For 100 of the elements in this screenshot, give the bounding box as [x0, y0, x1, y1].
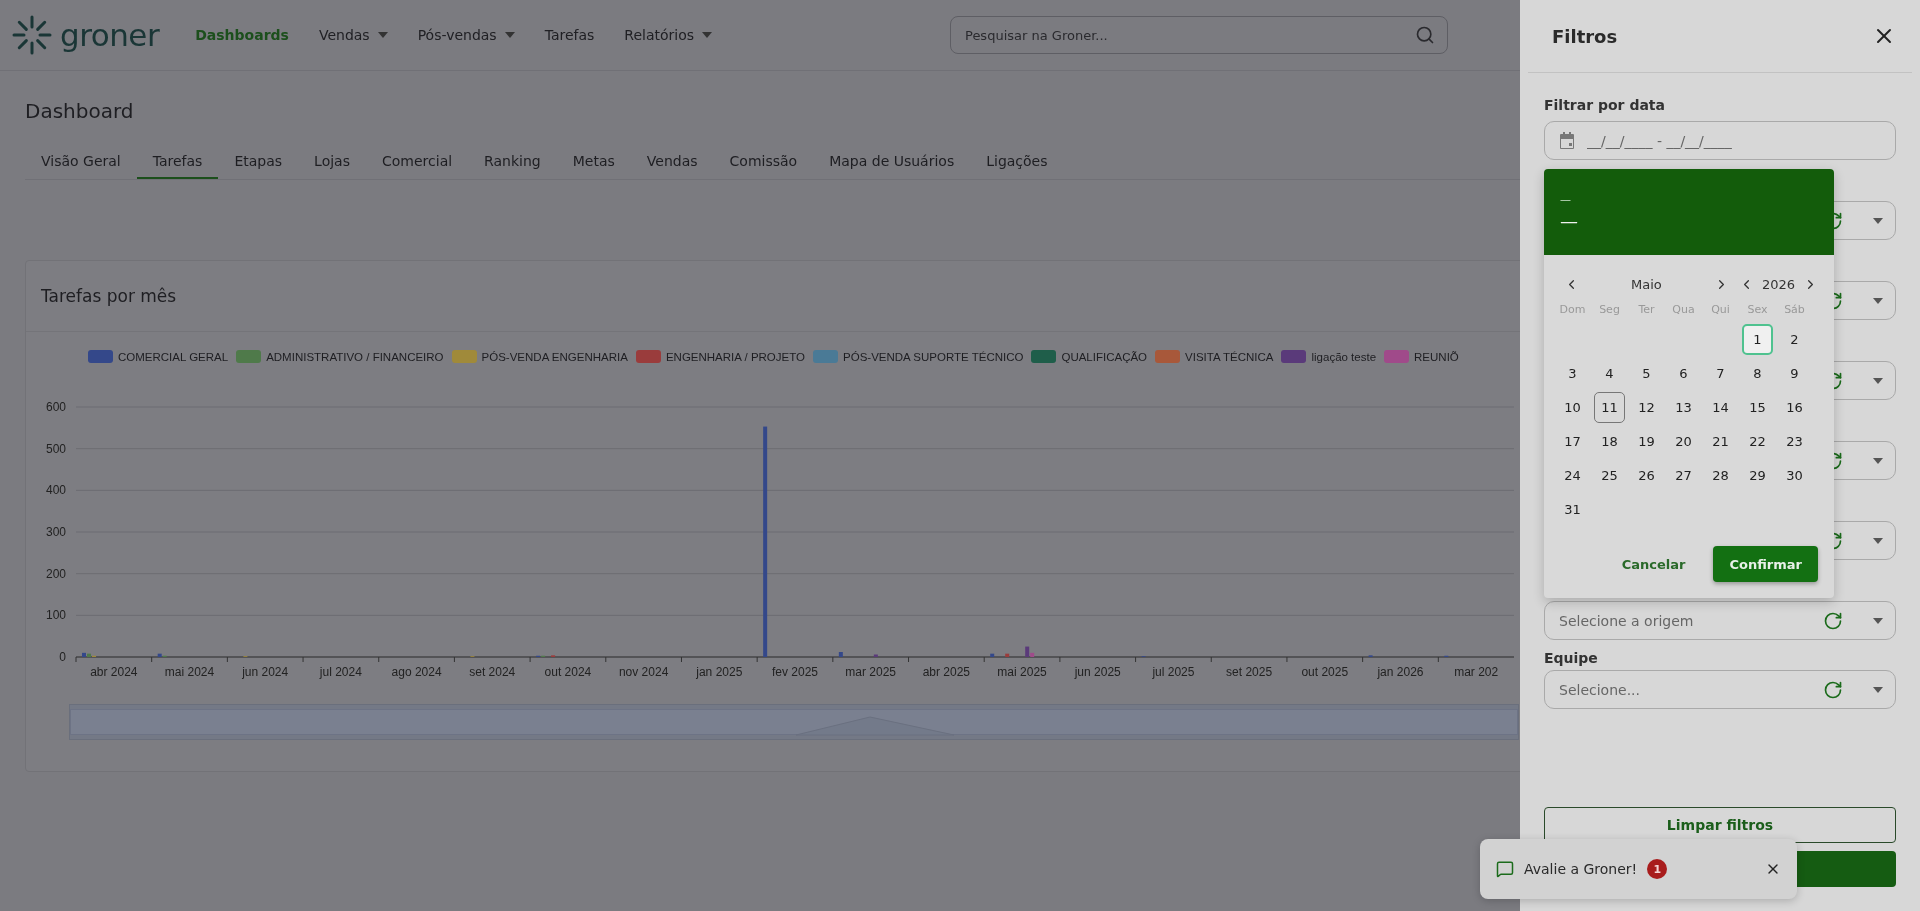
tab[interactable]: Metas	[556, 147, 631, 179]
weekday-label: Qua	[1671, 302, 1696, 318]
select-input[interactable]: Selecione...	[1557, 680, 1815, 699]
legend-item[interactable]: PÓS-VENDA SUPORTE TÉCNICO	[813, 350, 1024, 363]
bar	[990, 653, 995, 657]
legend-item[interactable]: REUNIÕ	[1384, 350, 1459, 363]
calendar-day[interactable]: 25	[1594, 459, 1625, 491]
calendar-day[interactable]: 31	[1557, 493, 1588, 525]
calendar-day[interactable]: 28	[1705, 459, 1736, 491]
axis-label: jul 2024	[319, 665, 362, 679]
calendar-day[interactable]: 4	[1594, 357, 1625, 389]
refresh-icon	[1834, 530, 1843, 551]
date-range-field[interactable]: __/__/____ - __/__/____	[1544, 121, 1896, 160]
axis-label: jan 2026	[1377, 665, 1424, 679]
nav-item[interactable]: Relatórios	[624, 27, 713, 43]
calendar-icon	[1557, 130, 1577, 151]
weekday-label: Sex	[1746, 302, 1769, 318]
search-field[interactable]: Pesquisar na Groner...	[950, 16, 1448, 54]
calendar-day[interactable]: 27	[1668, 459, 1699, 491]
axis-label: 500	[45, 441, 66, 456]
axis-label: 0	[59, 650, 66, 664]
calendar-day[interactable]: 19	[1631, 425, 1662, 457]
legend-item[interactable]: PÓS-VENDA ENGENHARIA	[451, 350, 628, 363]
caret-icon	[1873, 297, 1883, 304]
tab[interactable]: Comissão	[713, 147, 814, 179]
legend-item[interactable]: ADMINISTRATIVO / FINANCEIRO	[236, 350, 444, 363]
calendar-day[interactable]: 7	[1705, 357, 1736, 389]
calendar-day[interactable]: 16	[1779, 391, 1810, 423]
field-label: Equipe	[1544, 650, 1599, 666]
axis-label: 300	[45, 525, 66, 539]
axis-label: out 2025	[1301, 665, 1349, 679]
bar	[873, 654, 878, 657]
tab[interactable]: Ranking	[468, 147, 557, 179]
weekday-label: Seg	[1598, 302, 1621, 318]
axis-label: ago 2024	[391, 665, 442, 679]
calendar-day[interactable]: 5	[1631, 357, 1662, 389]
calendar-day[interactable]: 20	[1668, 425, 1699, 457]
nav-item[interactable]: Tarefas	[544, 27, 595, 43]
axis-label: mar 202	[1454, 665, 1499, 679]
refresh-icon	[1823, 679, 1843, 700]
calendar-day[interactable]: 2	[1779, 323, 1810, 355]
date-input[interactable]: __/__/____ - __/__/____	[1585, 131, 1883, 150]
calendar-day[interactable]: 15	[1742, 391, 1773, 423]
tab[interactable]: Ligações	[970, 147, 1064, 179]
caret-icon	[377, 32, 388, 38]
sunburst-logo-icon	[12, 15, 52, 55]
calendar-day[interactable]: 21	[1705, 425, 1736, 457]
bar	[838, 652, 843, 657]
bar	[1005, 653, 1010, 657]
caret-icon	[1873, 537, 1883, 544]
calendar-day[interactable]: 8	[1742, 357, 1773, 389]
select-input[interactable]: Selecione a origem	[1557, 611, 1815, 630]
calendar-day[interactable]: 1	[1742, 323, 1773, 355]
calendar-day[interactable]: 24	[1557, 459, 1588, 491]
weekday-label: Ter	[1637, 302, 1656, 318]
legend-item[interactable]: QUALIFICAÇÃO	[1031, 350, 1148, 363]
calendar-day[interactable]: 13	[1668, 391, 1699, 423]
calendar-day[interactable]: 29	[1742, 459, 1773, 491]
axis-label: 400	[45, 483, 66, 498]
search-input[interactable]: Pesquisar na Groner...	[963, 26, 1415, 44]
calendar-day[interactable]: 11	[1594, 391, 1625, 423]
calendar-day[interactable]: 23	[1779, 425, 1810, 457]
calendar-day[interactable]: 10	[1557, 391, 1588, 423]
tab[interactable]: Tarefas	[136, 147, 219, 179]
calendar-day[interactable]: 12	[1631, 391, 1662, 423]
refresh-icon	[1834, 210, 1843, 231]
tab[interactable]: Etapas	[218, 147, 299, 179]
confirm-button[interactable]: Confirmar	[1713, 546, 1818, 582]
search-icon	[1415, 25, 1435, 45]
legend-item[interactable]: ligação teste	[1281, 350, 1377, 363]
tab[interactable]: Visão Geral	[25, 147, 137, 179]
calendar-day[interactable]: 14	[1705, 391, 1736, 423]
select-field[interactable]: Selecione a origem	[1544, 601, 1896, 640]
legend-item[interactable]: ENGENHARIA / PROJETO	[635, 350, 805, 363]
cancel-button[interactable]: Cancelar	[1615, 555, 1692, 573]
calendar-day[interactable]: 30	[1779, 459, 1810, 491]
weekday-label: Dom	[1558, 302, 1587, 318]
tab[interactable]: Vendas	[630, 147, 714, 179]
calendar-day[interactable]: 6	[1668, 357, 1699, 389]
axis-label: 200	[45, 566, 66, 581]
select-field[interactable]: Selecione...	[1544, 670, 1896, 709]
caret-icon	[1873, 377, 1883, 384]
axis-label: jun 2025	[1074, 665, 1121, 679]
logo-text: groner	[60, 17, 160, 53]
tab[interactable]: Mapa de Usuários	[813, 147, 971, 179]
calendar-day[interactable]: 18	[1594, 425, 1625, 457]
calendar-day[interactable]: 22	[1742, 425, 1773, 457]
nav-item[interactable]: Vendas	[318, 27, 388, 43]
calendar-day[interactable]: 9	[1779, 357, 1810, 389]
axis-label: mar 2025	[845, 665, 897, 679]
axis-label: set 2025	[1226, 665, 1273, 679]
calendar-day[interactable]: 3	[1557, 357, 1588, 389]
nav-item[interactable]: Pós-vendas	[417, 27, 515, 43]
refresh-icon	[1823, 610, 1843, 631]
tab[interactable]: Lojas	[298, 147, 366, 179]
calendar-day[interactable]: 26	[1631, 459, 1662, 491]
calendar-day[interactable]: 17	[1557, 425, 1588, 457]
legend-item[interactable]: VISITA TÉCNICA	[1155, 350, 1274, 363]
legend-item[interactable]: COMERCIAL GERAL	[88, 350, 229, 363]
tab[interactable]: Comercial	[366, 147, 469, 179]
